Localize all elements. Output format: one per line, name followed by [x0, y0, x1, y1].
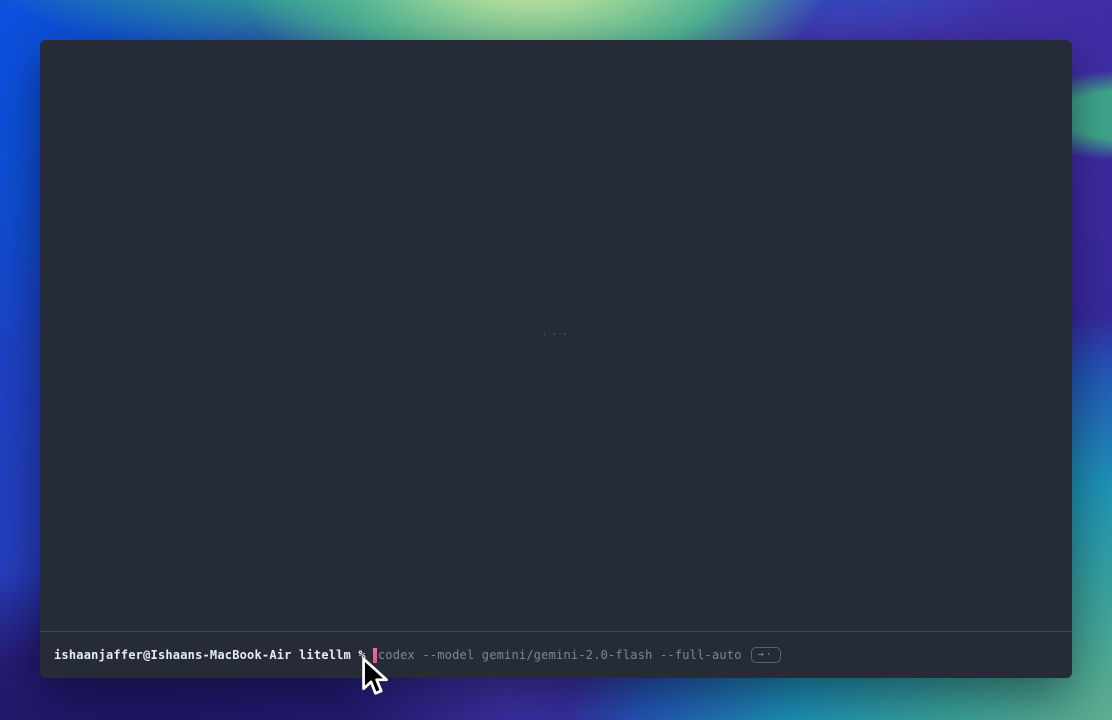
- terminal-prompt-row[interactable]: ishaanjaffer@Ishaans-MacBook-Air litellm…: [40, 632, 1072, 678]
- desktop-wallpaper: ... ishaanjaffer@Ishaans-MacBook-Air lit…: [0, 0, 1112, 720]
- terminal-output-area: ...: [40, 40, 1072, 631]
- autosuggestion-command-text: codex --model gemini/gemini-2.0-flash --…: [378, 648, 742, 662]
- loading-ellipsis: ...: [40, 324, 1072, 338]
- terminal-window[interactable]: ... ishaanjaffer@Ishaans-MacBook-Air lit…: [40, 40, 1072, 678]
- tab-arrow-icon: →·: [758, 650, 774, 660]
- tab-accept-key-badge: →·: [751, 647, 781, 663]
- shell-prompt-text: ishaanjaffer@Ishaans-MacBook-Air litellm…: [54, 648, 366, 662]
- text-cursor-caret: [373, 648, 377, 663]
